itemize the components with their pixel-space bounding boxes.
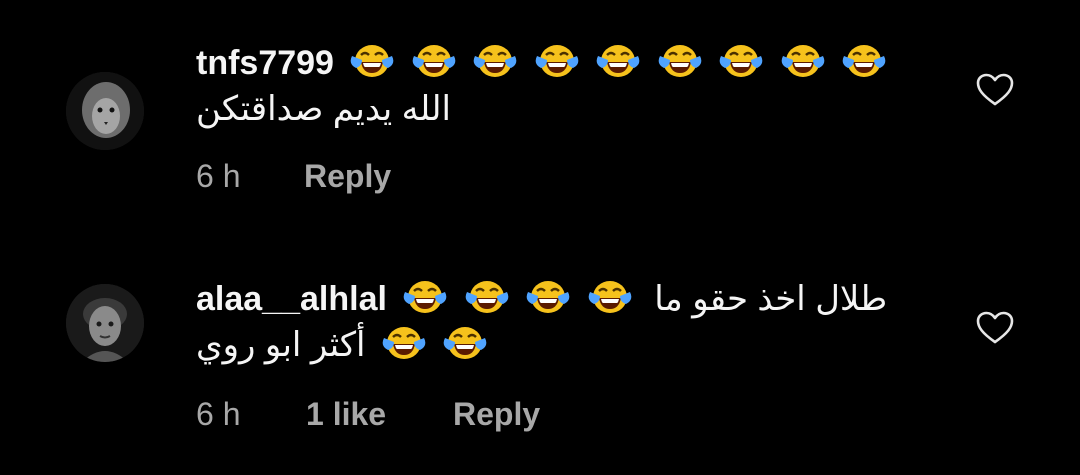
likes-count[interactable]: 1 like — [306, 396, 386, 433]
comment-text: الله يديم صداقتكن — [196, 90, 451, 128]
face-with-tears-of-joy-icon — [464, 278, 510, 316]
comment-time: 6 h — [196, 158, 241, 194]
face-with-tears-of-joy-icon — [841, 42, 887, 80]
comment-second-line: أكثر ابو روي — [196, 322, 956, 368]
username[interactable]: alaa__alhlal — [196, 280, 387, 318]
reply-button[interactable]: Reply — [304, 158, 391, 195]
comment-text-part-2: أكثر ابو روي — [196, 326, 366, 364]
face-with-tears-of-joy-icon — [718, 42, 764, 80]
comment-time: 6 h — [196, 396, 241, 432]
comment-first-line: alaa__alhlal طلال اخذ حقو ما — [196, 276, 956, 322]
face-with-tears-of-joy-icon — [525, 278, 571, 316]
heart-outline-icon[interactable] — [976, 73, 1014, 107]
person-photo-avatar[interactable] — [66, 284, 144, 362]
face-with-tears-of-joy-icon — [349, 42, 395, 80]
face-with-tears-of-joy-icon — [657, 42, 703, 80]
reply-button[interactable]: Reply — [453, 396, 540, 433]
comment-first-line: tnfs7799 — [196, 40, 956, 86]
face-with-tears-of-joy-icon — [381, 324, 427, 362]
face-with-tears-of-joy-icon — [587, 278, 633, 316]
face-with-tears-of-joy-icon — [411, 42, 457, 80]
username[interactable]: tnfs7799 — [196, 44, 334, 82]
heart-outline-icon[interactable] — [976, 311, 1014, 345]
face-with-tears-of-joy-icon — [442, 324, 488, 362]
emoji-group — [343, 44, 887, 82]
face-with-tears-of-joy-icon — [780, 42, 826, 80]
face-with-tears-of-joy-icon — [595, 42, 641, 80]
face-with-tears-of-joy-icon — [472, 42, 518, 80]
emoji-group — [396, 280, 642, 318]
face-with-tears-of-joy-icon — [534, 42, 580, 80]
comment-text-part-1: طلال اخذ حقو ما — [654, 280, 888, 318]
face-with-tears-of-joy-icon — [402, 278, 448, 316]
lion-photo-avatar[interactable] — [66, 72, 144, 150]
